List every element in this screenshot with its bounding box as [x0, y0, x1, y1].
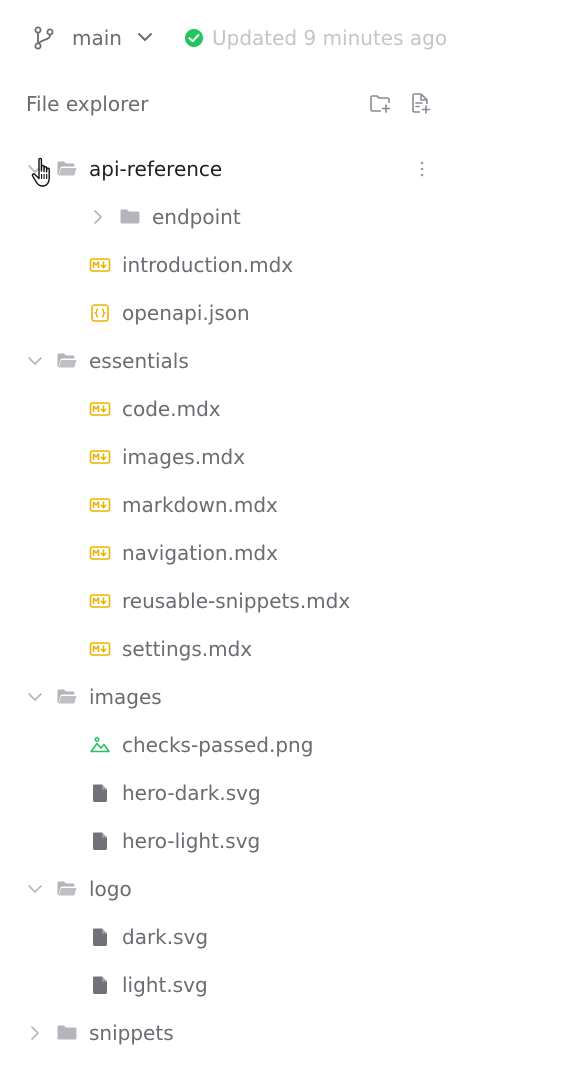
update-status: Updated 9 minutes ago [212, 26, 448, 50]
tree-item-label: hero-light.svg [122, 829, 261, 853]
tree-file-item[interactable]: markdown.mdx [0, 481, 440, 529]
tree-item-label: reusable-snippets.mdx [122, 589, 351, 613]
chevron-right-icon[interactable] [26, 1024, 44, 1042]
chevron-down-icon[interactable] [26, 880, 44, 898]
tree-item-label: navigation.mdx [122, 541, 278, 565]
tree-file-item[interactable]: openapi.json [0, 289, 440, 337]
tree-item-label: logo [89, 877, 132, 901]
markdown-icon [89, 594, 111, 608]
file-explorer-title: File explorer [26, 92, 149, 116]
git-branch-icon[interactable] [33, 26, 55, 50]
tree-file-item[interactable]: hero-dark.svg [0, 769, 440, 817]
tree-item-label: images [89, 685, 162, 709]
chevron-down-icon[interactable] [26, 688, 44, 706]
tree-file-item[interactable]: checks-passed.png [0, 721, 440, 769]
tree-file-item[interactable]: dark.svg [0, 913, 440, 961]
tree-folder-item[interactable]: essentials [0, 337, 440, 385]
tree-item-label: settings.mdx [122, 637, 253, 661]
more-options-icon[interactable] [416, 159, 428, 179]
markdown-icon [89, 498, 111, 512]
tree-file-item[interactable]: settings.mdx [0, 625, 440, 673]
file-icon [93, 832, 107, 850]
file-plus-icon[interactable] [408, 91, 432, 115]
tree-folder-item[interactable]: images [0, 673, 440, 721]
tree-file-item[interactable]: reusable-snippets.mdx [0, 577, 440, 625]
tree-item-label: snippets [89, 1021, 174, 1045]
tree-file-item[interactable]: introduction.mdx [0, 241, 440, 289]
branch-selector[interactable]: main [72, 26, 122, 50]
tree-item-label: images.mdx [122, 445, 246, 469]
tree-item-label: essentials [89, 349, 189, 373]
tree-folder-item[interactable]: snippets [0, 1009, 440, 1057]
folder-icon [57, 1025, 77, 1040]
markdown-icon [89, 450, 111, 464]
tree-file-item[interactable]: light.svg [0, 961, 440, 1009]
chevron-down-icon[interactable] [26, 352, 44, 370]
tree-item-label: openapi.json [122, 301, 250, 325]
tree-folder-item[interactable]: logo [0, 865, 440, 913]
tree-item-label: markdown.mdx [122, 493, 278, 517]
tree-file-item[interactable]: code.mdx [0, 385, 440, 433]
tree-file-item[interactable]: hero-light.svg [0, 817, 440, 865]
json-icon [91, 304, 109, 322]
tree-item-label: code.mdx [122, 397, 221, 421]
tree-folder-item[interactable]: api-reference [0, 145, 440, 193]
check-circle-icon [185, 29, 203, 47]
tree-item-label: light.svg [122, 973, 208, 997]
tree-item-label: api-reference [89, 157, 223, 181]
file-icon [93, 784, 107, 802]
tree-item-label: endpoint [152, 205, 241, 229]
folder-open-icon [57, 353, 77, 368]
folder-open-icon [57, 161, 77, 176]
tree-item-label: dark.svg [122, 925, 209, 949]
tree-item-label: introduction.mdx [122, 253, 294, 277]
file-icon [93, 976, 107, 994]
tree-file-item[interactable]: images.mdx [0, 433, 440, 481]
markdown-icon [89, 258, 111, 272]
file-icon [93, 928, 107, 946]
markdown-icon [89, 546, 111, 560]
tree-item-label: hero-dark.svg [122, 781, 261, 805]
folder-open-icon [57, 881, 77, 896]
chevron-down-icon[interactable] [26, 160, 44, 178]
markdown-icon [89, 642, 111, 656]
chevron-right-icon[interactable] [89, 208, 107, 226]
top-bar: main Updated 9 minutes ago [0, 0, 582, 76]
image-icon [90, 736, 110, 753]
tree-item-label: checks-passed.png [122, 733, 314, 757]
folder-open-icon [57, 689, 77, 704]
folder-icon [120, 209, 140, 224]
tree-folder-item[interactable]: endpoint [0, 193, 440, 241]
chevron-down-icon[interactable] [136, 28, 154, 46]
folder-plus-icon[interactable] [368, 91, 392, 115]
tree-file-item[interactable]: navigation.mdx [0, 529, 440, 577]
markdown-icon [89, 402, 111, 416]
